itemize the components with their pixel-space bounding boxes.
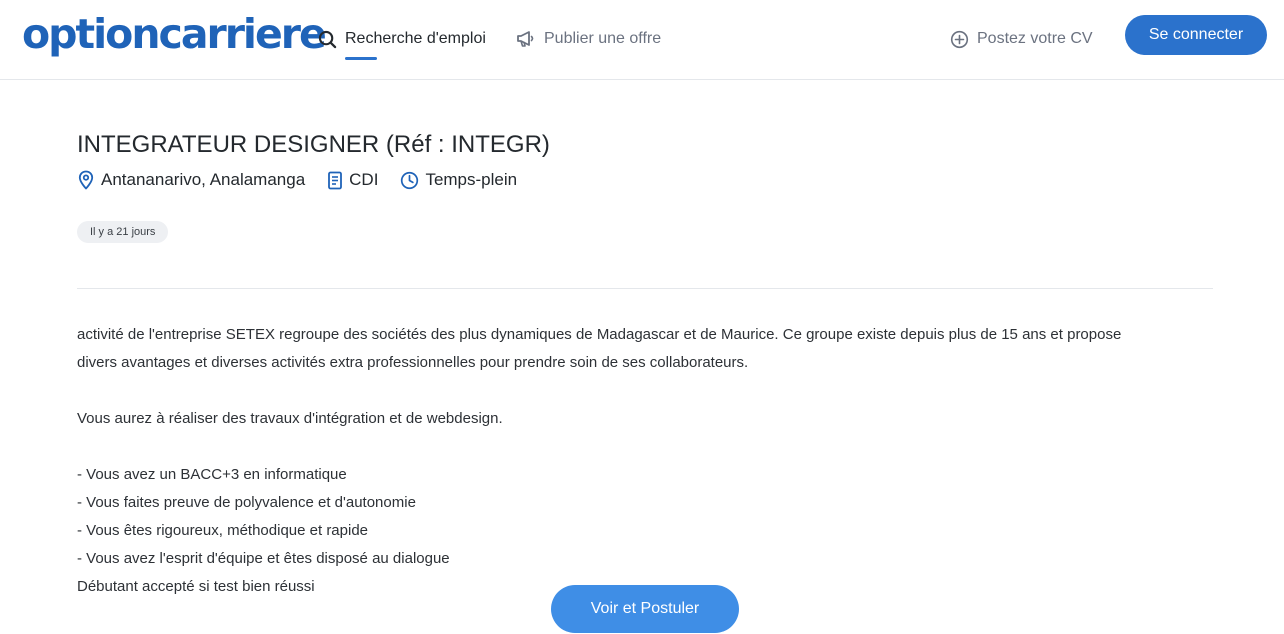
job-schedule-label: Temps-plein: [425, 170, 518, 189]
posted-date-badge: Il y a 21 jours: [77, 221, 169, 243]
location-pin-icon: [78, 170, 94, 190]
job-location-label: Antananarivo, Analamanga: [101, 170, 306, 189]
document-icon: [328, 171, 343, 189]
logo[interactable]: optioncarriere: [22, 10, 327, 58]
nav-search-jobs[interactable]: Recherche d'emploi: [318, 24, 486, 60]
requirement-item: - Vous faites preuve de polyvalence et d…: [77, 494, 416, 511]
requirement-item: - Vous êtes rigoureux, méthodique et rap…: [77, 522, 369, 539]
nav-cv-label: Postez votre CV: [977, 30, 1093, 47]
megaphone-icon: [517, 31, 534, 47]
job-description: activité de l'entreprise SETEX regroupe …: [77, 321, 1213, 601]
description-line: divers avantages et diverses activités e…: [77, 354, 749, 371]
job-contract-label: CDI: [349, 170, 379, 189]
job-location: Antananarivo, Analamanga: [77, 170, 305, 190]
divider: [77, 288, 1213, 289]
clock-icon: [401, 171, 419, 189]
job-contract: CDI: [327, 170, 378, 190]
plus-circle-icon: [950, 30, 969, 48]
job-title: INTEGRATEUR DESIGNER (Réf : INTEGR): [77, 131, 550, 158]
job-schedule: Temps-plein: [400, 170, 517, 190]
requirement-item: - Vous avez un BACC+3 en informatique: [77, 466, 347, 483]
nav-publish-label: Publier une offre: [544, 30, 662, 47]
login-button[interactable]: Se connecter: [1125, 15, 1267, 55]
site-header: optioncarriere Recherche d'emploi Publie…: [0, 0, 1284, 80]
nav-search-label: Recherche d'emploi: [345, 30, 486, 47]
description-line: Vous aurez à réaliser des travaux d'inté…: [77, 410, 503, 427]
active-tab-indicator: [345, 57, 377, 60]
description-line: activité de l'entreprise SETEX regroupe …: [77, 326, 1122, 343]
nav-publish-offer[interactable]: Publier une offre: [516, 24, 661, 54]
job-meta: Antananarivo, Analamanga CDI Temps-plein: [77, 170, 539, 190]
search-icon: [318, 30, 337, 48]
apply-button[interactable]: Voir et Postuler: [551, 585, 739, 633]
nav-post-cv[interactable]: Postez votre CV: [950, 24, 1093, 54]
requirement-item: - Vous avez l'esprit d'équipe et êtes di…: [77, 550, 450, 567]
